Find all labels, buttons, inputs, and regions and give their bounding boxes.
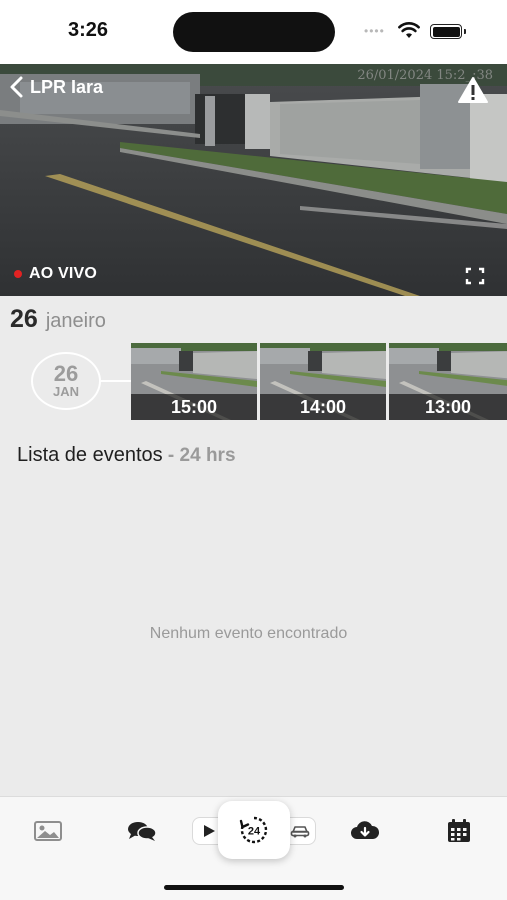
svg-text:24: 24 xyxy=(248,826,261,838)
dynamic-island xyxy=(173,12,335,52)
cellular-signal-icon: •••• xyxy=(364,24,385,38)
camera-title: LPR Iara xyxy=(30,76,104,97)
date-badge-month: JAN xyxy=(52,384,79,399)
tab-vehicle[interactable] xyxy=(290,821,310,841)
timeline-thumbnail[interactable]: 15:00 xyxy=(131,343,257,420)
events-range: - 24 hrs xyxy=(162,445,236,466)
status-bar: 3:26 •••• xyxy=(0,0,507,64)
live-dot xyxy=(14,270,22,278)
live-video-player[interactable]: 26/01/2024 15:2_:38 LPR Iara AO VIVO xyxy=(0,64,507,296)
car-icon xyxy=(290,826,310,838)
chevron-left-icon xyxy=(10,76,23,98)
live-indicator: AO VIVO xyxy=(14,265,97,283)
warning-triangle-icon[interactable] xyxy=(457,76,489,104)
tab-gallery[interactable] xyxy=(32,817,64,845)
cloud-download-icon xyxy=(351,821,380,839)
date-header-month: janeiro xyxy=(45,310,106,332)
date-badge[interactable]: 26 JAN xyxy=(31,352,101,410)
tab-history-24h[interactable]: 24 xyxy=(218,801,290,859)
timeline-thumbnail[interactable]: 14:00 xyxy=(260,343,386,420)
fullscreen-icon[interactable] xyxy=(465,267,485,285)
empty-events-message: Nenhum evento encontrado xyxy=(149,625,348,642)
calendar-icon xyxy=(448,819,470,842)
events-title-label: Lista de eventos xyxy=(17,444,163,466)
thumbnail-time: 13:00 xyxy=(389,394,507,420)
image-icon xyxy=(34,821,62,841)
date-header: 26 janeiro xyxy=(10,305,106,334)
thumbnail-time: 15:00 xyxy=(131,394,257,420)
tab-play[interactable] xyxy=(200,821,218,841)
home-indicator xyxy=(164,885,344,890)
events-title: Lista de eventos - 24 hrs xyxy=(17,444,236,467)
timeline-thumbnail[interactable]: 13:00 xyxy=(389,343,507,420)
live-label: AO VIVO xyxy=(29,265,98,282)
battery-icon xyxy=(430,24,466,39)
tab-chat[interactable] xyxy=(126,817,158,845)
history-24-icon: 24 xyxy=(239,816,268,844)
tab-calendar[interactable] xyxy=(443,817,475,845)
wifi-icon xyxy=(398,22,420,38)
thumbnail-time: 14:00 xyxy=(260,394,386,420)
date-badge-day: 26 xyxy=(53,361,79,386)
back-button[interactable]: LPR Iara xyxy=(8,74,103,100)
play-icon xyxy=(204,825,215,837)
status-time: 3:26 xyxy=(68,19,109,41)
chat-bubbles-icon xyxy=(128,822,157,841)
date-header-day: 26 xyxy=(10,305,38,333)
tab-download[interactable] xyxy=(349,817,381,845)
timeline-connector xyxy=(101,380,131,382)
